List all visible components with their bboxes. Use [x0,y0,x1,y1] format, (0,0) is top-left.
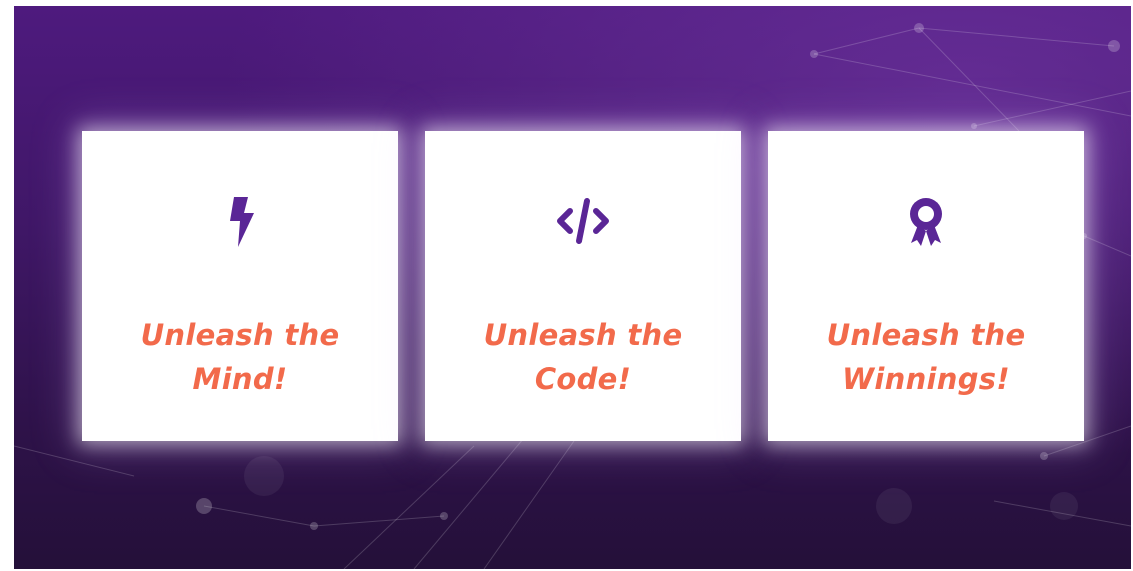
card-title-line1: Unleash the [826,318,1026,352]
hero-banner: Unleash the Mind! Unleash the Code! Unle… [14,6,1131,569]
card-title: Unleash the Mind! [82,313,398,401]
card-code: Unleash the Code! [425,131,741,441]
card-title: Unleash the Code! [425,313,741,401]
card-title-line2: Code! [534,362,632,396]
lightning-bolt-icon [208,189,272,253]
award-ribbon-icon [894,189,958,253]
card-title-line2: Winnings! [842,362,1010,396]
card-mind: Unleash the Mind! [82,131,398,441]
card-title-line2: Mind! [192,362,288,396]
card-title-line1: Unleash the [483,318,683,352]
card-title: Unleash the Winnings! [768,313,1084,401]
card-title-line1: Unleash the [140,318,340,352]
code-brackets-icon [551,189,615,253]
card-winnings: Unleash the Winnings! [768,131,1084,441]
